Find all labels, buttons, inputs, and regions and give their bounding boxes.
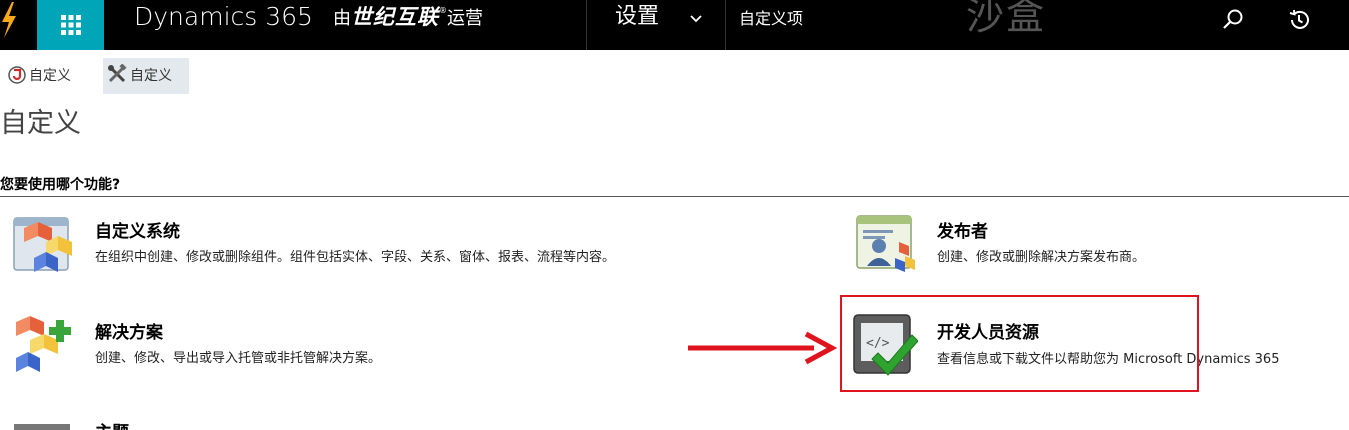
operator-name: 世纪互联 xyxy=(351,5,439,29)
commandbar-label: 自定义 xyxy=(29,68,71,84)
search-icon[interactable] xyxy=(1222,8,1244,30)
dynamics-logo-icon xyxy=(8,66,26,84)
tools-icon xyxy=(108,63,127,83)
operator-label: 由世纪互联®运营 xyxy=(333,0,483,50)
solutions-icon xyxy=(16,316,71,372)
divider xyxy=(725,0,726,50)
option-description: 在组织中创建、修改或删除组件。组件包括实体、字段、关系、窗体、报表、流程等内容。 xyxy=(95,250,616,265)
option-title[interactable]: 主题 xyxy=(95,418,129,430)
option-customize-system[interactable]: 自定义系统 在组织中创建、修改或删除组件。组件包括实体、字段、关系、窗体、报表、… xyxy=(12,212,772,282)
section-divider xyxy=(0,196,1349,197)
brand-title[interactable]: Dynamics 365 xyxy=(134,0,313,50)
themes-icon xyxy=(14,424,70,430)
customize-system-icon xyxy=(13,217,72,272)
top-navigation-bar: Dynamics 365 由世纪互联®运营 设置 自定义项 沙盒 xyxy=(0,0,1349,50)
option-description: 创建、修改、导出或导入托管或非托管解决方案。 xyxy=(95,351,382,366)
recent-history-icon[interactable] xyxy=(1287,8,1311,32)
nav-breadcrumb-customizations[interactable]: 自定义项 xyxy=(739,0,803,50)
app-grid-icon xyxy=(61,15,81,35)
option-publishers[interactable]: 发布者 创建、修改或删除解决方案发布商。 xyxy=(855,214,1335,284)
option-solutions[interactable]: 解决方案 创建、修改、导出或导入托管或非托管解决方案。 xyxy=(12,312,772,382)
option-title[interactable]: 发布者 xyxy=(937,217,988,242)
red-arrow-annotation xyxy=(688,331,838,365)
commandbar-label: 自定义 xyxy=(130,68,172,84)
sandbox-watermark: 沙盒 xyxy=(966,0,1047,38)
app-launcher-button[interactable] xyxy=(37,0,104,50)
nav-area-settings[interactable]: 设置 xyxy=(615,0,659,50)
divider xyxy=(586,0,587,50)
option-title[interactable]: 自定义系统 xyxy=(95,217,180,242)
publisher-icon xyxy=(856,215,915,272)
operator-suffix: 运营 xyxy=(447,8,483,29)
registered-mark: ® xyxy=(439,6,447,15)
option-themes[interactable]: 主题 xyxy=(12,414,772,430)
commandbar-customize-solution[interactable]: 自定义 xyxy=(4,58,90,94)
highlight-box-annotation xyxy=(840,295,1199,392)
chevron-down-icon[interactable] xyxy=(689,11,703,25)
page-title: 自定义 xyxy=(0,108,81,139)
section-question: 您要使用哪个功能? xyxy=(0,177,121,193)
operator-prefix: 由 xyxy=(333,8,351,29)
option-description: 创建、修改或删除解决方案发布商。 xyxy=(937,250,1146,265)
bolt-icon[interactable] xyxy=(0,0,18,50)
commandbar-customize-tools[interactable]: 自定义 xyxy=(103,58,189,94)
option-title[interactable]: 解决方案 xyxy=(95,318,163,343)
